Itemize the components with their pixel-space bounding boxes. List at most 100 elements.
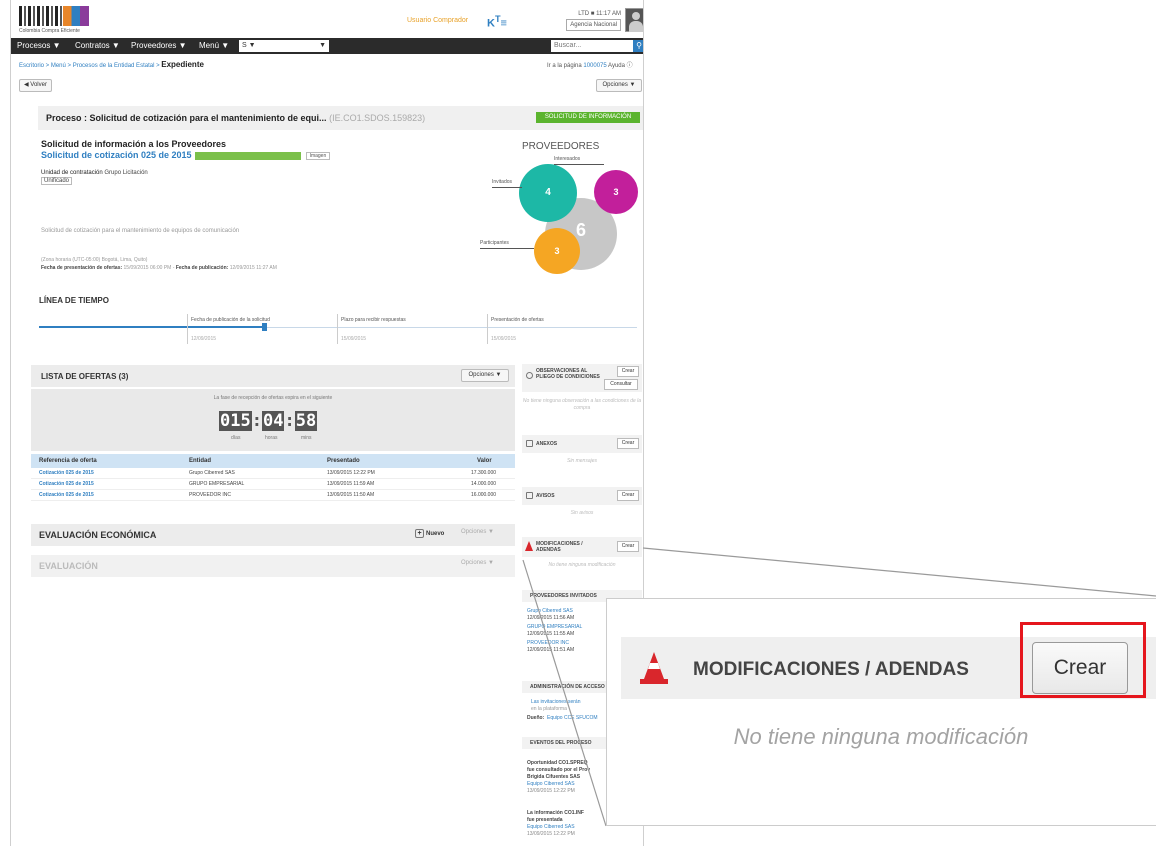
timeline-title: LÍNEA DE TIEMPO <box>39 296 109 305</box>
access-admin-note2: en la plataforma <box>531 706 567 712</box>
offers-header: LISTA DE OFERTAS (3) Opciones ▼ <box>31 365 515 387</box>
timer-minutes: 58 <box>294 411 318 431</box>
provider-date: 12/09/2015 11:56 AM <box>527 615 575 621</box>
observations-box: OBSERVACIONES AL PLIEGO DE CONDICIONES C… <box>522 364 642 392</box>
notice-icon <box>526 492 533 499</box>
zoom-empty-message: No tiene ninguna modificación <box>733 724 1029 749</box>
table-row[interactable]: Cotización 025 de 2015 GRUPO EMPRESARIAL… <box>31 479 515 490</box>
avisos-empty: Sin avisos <box>570 510 594 516</box>
timeline-progress <box>39 326 265 328</box>
nav-select[interactable]: S ▼ ▼ <box>239 40 329 52</box>
providers-title: PROVEEDORES <box>522 141 600 152</box>
column-header[interactable]: Presentado <box>327 458 360 464</box>
event-1-title: Oportunidad CO1.SPREQ <box>527 760 588 766</box>
entity-selector[interactable]: Agencia Nacional <box>566 19 621 31</box>
unit-info: Unidad de contratación Grupo Licitación U… <box>41 170 148 185</box>
solicitud-title: Solicitud de información a los Proveedor… <box>41 139 227 149</box>
timeline-step-3-label: Presentación de ofertas <box>491 317 544 323</box>
logo-colors <box>63 6 89 26</box>
nav-proveedores[interactable]: Proveedores ▼ <box>131 41 187 50</box>
solicitud-progress-bar <box>194 151 301 160</box>
observations-consult-button[interactable]: Consultar <box>604 379 638 390</box>
nav-contratos[interactable]: Contratos ▼ <box>75 41 120 50</box>
page-title: Expediente <box>161 60 204 69</box>
breadcrumb[interactable]: Escritorio > Menú > Procesos de la Entid… <box>19 60 204 69</box>
timer-hours: 04 <box>261 411 285 431</box>
event-2-title: La información CO1.INF <box>527 810 584 816</box>
event-1-link[interactable]: Equipo Ciberred SAS <box>527 781 575 788</box>
providers-label-participants: Participantes <box>480 240 509 246</box>
access-admin-note[interactable]: Las invitaciones serán <box>531 699 580 706</box>
search-icon[interactable]: ⚲ <box>633 40 643 52</box>
status-badge: SOLICITUD DE INFORMACIÓN <box>536 112 640 123</box>
providers-circle-teal[interactable]: 4 <box>519 164 577 222</box>
timer-digits: 015:04:58 <box>219 411 318 431</box>
help-link[interactable]: Ayuda ⓘ <box>607 63 633 69</box>
modifications-create-button[interactable]: Crear <box>617 541 639 552</box>
notifications-icon[interactable]: KT≡ <box>487 14 507 30</box>
offers-table: Referencia de oferta Entidad Presentado … <box>31 454 515 501</box>
page-number-link[interactable]: 1000075 <box>583 63 606 69</box>
timeline-step-1-label: Fecha de publicación de la solicitud <box>191 317 270 323</box>
image-tag[interactable]: Imagen <box>305 151 331 160</box>
event-1-line3: Brigida Cifuentes SAS <box>527 774 581 780</box>
event-2-link[interactable]: Equipo Ciberred SAS <box>527 824 575 831</box>
anexos-box: ANEXOS Crear <box>522 435 642 453</box>
new-evaluation-button[interactable]: + Nuevo <box>415 529 444 538</box>
anexos-create-button[interactable]: Crear <box>617 438 639 449</box>
search-input[interactable]: Buscar... <box>551 40 633 52</box>
providers-circle-magenta[interactable]: 3 <box>594 170 638 214</box>
solicitud-dates: (Zona horaria (UTC-05:00) Bogotá, Lima, … <box>41 257 277 271</box>
avisos-box: AVISOS Crear <box>522 487 642 505</box>
observations-empty: No tiene ninguna observación a las condi… <box>522 398 642 411</box>
nav-procesos[interactable]: Procesos ▼ <box>17 41 61 50</box>
chevron-down-icon: ▼ <box>319 42 326 49</box>
evaluation2-options-button[interactable]: Opciones ▼ <box>461 560 494 566</box>
nav-menu[interactable]: Menú ▼ <box>199 41 229 50</box>
document-icon <box>526 440 533 447</box>
main-nav: Procesos ▼ Contratos ▼ Proveedores ▼ Men… <box>11 38 643 54</box>
process-code: (IE.CO1.SDOS.159823) <box>329 113 426 123</box>
column-header[interactable]: Referencia de oferta <box>39 458 97 464</box>
access-admin-title: ADMINISTRACIÓN DE ACCESO <box>530 684 605 690</box>
events-title: EVENTOS DEL PROCESO <box>530 740 592 746</box>
provider-link[interactable]: Grupo Ciberred SAS <box>527 608 573 615</box>
providers-circle-orange[interactable]: 3 <box>534 228 580 274</box>
offers-options-button[interactable]: Opciones ▼ <box>461 369 509 382</box>
top-links: Ir a la página 1000075 Ayuda ⓘ <box>547 63 633 69</box>
avisos-create-button[interactable]: Crear <box>617 490 639 501</box>
logo[interactable]: Colombia Compra Eficiente <box>19 6 89 34</box>
options-button[interactable]: Opciones ▼ <box>596 79 642 92</box>
provider-date: 12/09/2015 11:51 AM <box>527 647 575 653</box>
evaluation-options-button[interactable]: Opciones ▼ <box>461 529 494 535</box>
timer-days: 015 <box>219 411 252 431</box>
modifications-empty: No tiene ninguna modificación <box>548 562 616 568</box>
provider-link[interactable]: GRUPO EMPRESARIAL <box>527 624 582 631</box>
owner-label: Dueño: <box>527 715 545 721</box>
back-button[interactable]: ◀ Volver <box>19 79 52 92</box>
provider-date: 12/09/2015 11:55 AM <box>527 631 575 637</box>
event-1-date: 13/09/2015 12:22 PM <box>527 788 575 794</box>
timeline-step-3-date: 15/09/2015 <box>491 336 517 342</box>
column-header[interactable]: Entidad <box>189 458 211 464</box>
observations-create-button[interactable]: Crear <box>617 366 639 377</box>
highlight-box <box>1020 622 1146 698</box>
column-header[interactable]: Valor <box>477 458 492 464</box>
logo-caption: Colombia Compra Eficiente <box>19 28 80 34</box>
countdown-timer: La fase de recepción de ofertas expira e… <box>31 389 515 451</box>
providers-label-interested: Interesados <box>554 156 581 162</box>
table-row[interactable]: Cotización 025 de 2015 PROVEEDOR INC 13/… <box>31 490 515 501</box>
user-type-link[interactable]: Usuario Comprador <box>407 17 468 24</box>
economic-evaluation-header: EVALUACIÓN ECONÓMICA + Nuevo Opciones ▼ <box>31 524 515 546</box>
table-row[interactable]: Cotización 025 de 2015 Grupo Ciberred SA… <box>31 468 515 479</box>
solicitud-description: Solicitud de cotización para el mantenim… <box>41 228 240 234</box>
providers-label-invited: Invitados <box>492 179 513 185</box>
observations-title: OBSERVACIONES AL PLIEGO DE CONDICIONES <box>536 368 600 380</box>
header: Colombia Compra Eficiente Usuario Compra… <box>11 0 643 38</box>
timer-note: La fase de recepción de ofertas expira e… <box>213 395 333 401</box>
avatar[interactable] <box>625 8 643 32</box>
user-line1: LTD ■ 11:17 AM <box>578 11 621 17</box>
owner-link[interactable]: Equipo CCE SFUCOM <box>547 715 598 722</box>
provider-link[interactable]: PROVEEDOR INC <box>527 640 569 647</box>
timeline-marker[interactable] <box>262 323 267 331</box>
